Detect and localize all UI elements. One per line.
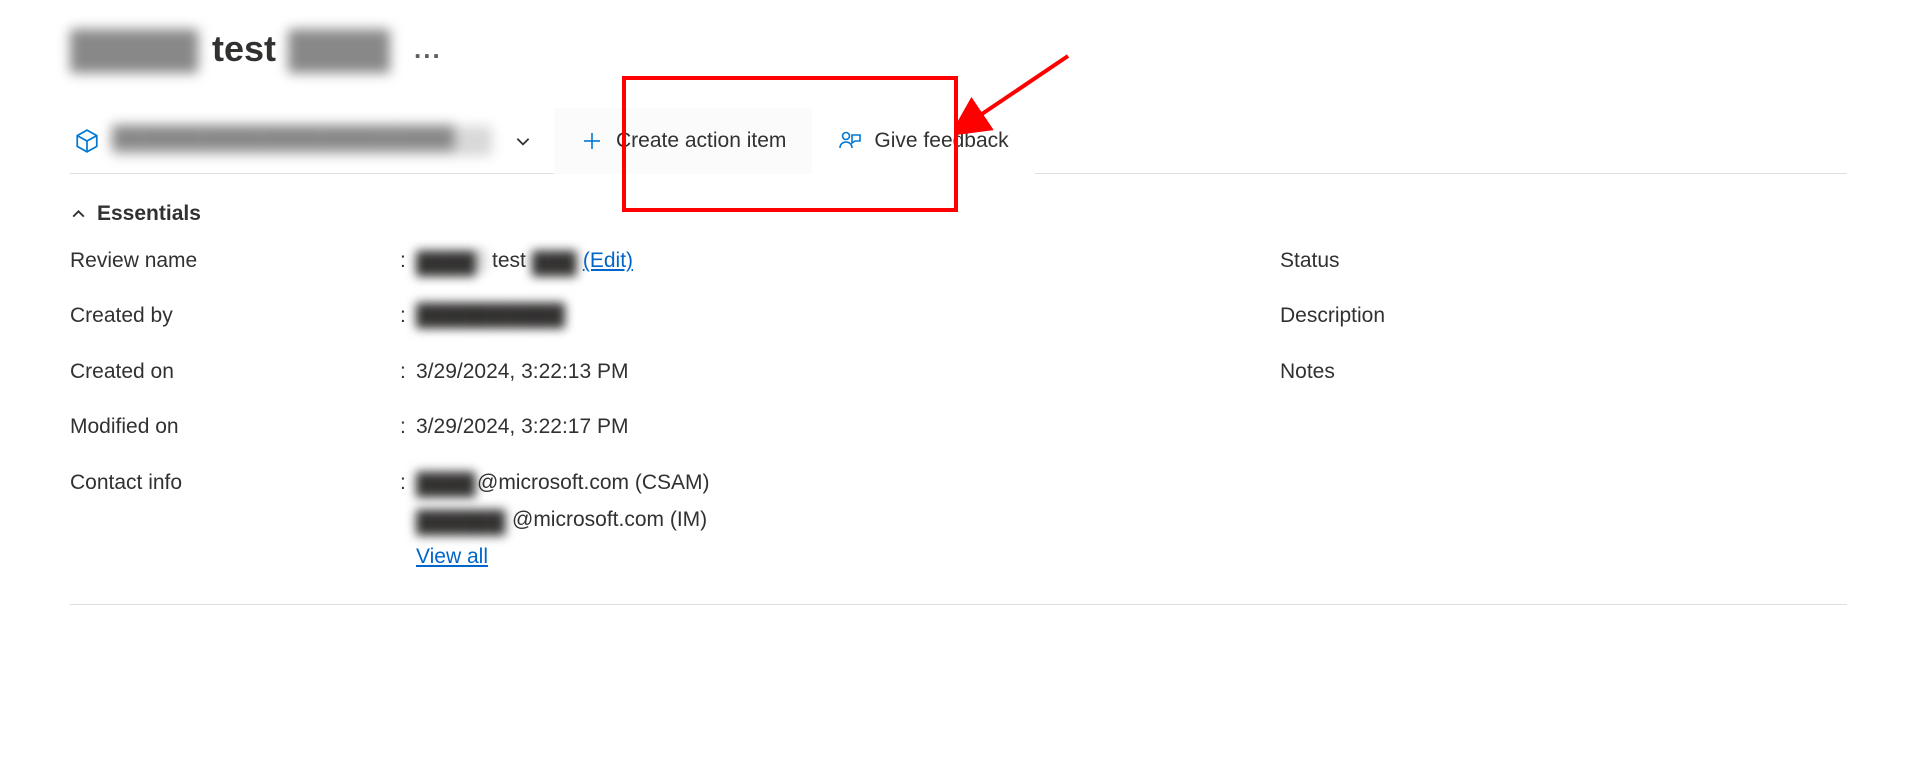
value-created-by: ██████████ [416, 301, 566, 325]
workload-dropdown[interactable]: ███████████████████████ [70, 108, 554, 173]
chevron-up-icon [70, 206, 87, 223]
row-contact-info: Contact info : ████ @microsoft.com (CSAM… [70, 468, 1220, 572]
review-name-redacted-suffix: ███ [532, 249, 577, 273]
essentials-col-right: Status Description Notes [1280, 246, 1847, 598]
edit-review-name-link[interactable]: (Edit) [583, 246, 633, 275]
essentials-divider [70, 604, 1847, 605]
review-name-redacted-prefix: ████ [416, 249, 486, 273]
page-title: █████ test ████ [70, 28, 378, 70]
row-notes: Notes [1280, 357, 1847, 386]
page-header: █████ test ████ ... [70, 28, 1847, 70]
chevron-down-icon [514, 132, 532, 150]
value-contact-info: ████ @microsoft.com (CSAM) ██████ @micro… [416, 468, 710, 572]
create-action-item-button[interactable]: Create action item [554, 108, 812, 174]
label-contact-info: Contact info [70, 468, 400, 497]
more-menu-button[interactable]: ... [406, 30, 450, 69]
command-bar: ███████████████████████ Create action it… [70, 108, 1847, 174]
row-created-on: Created on : 3/29/2024, 3:22:13 PM [70, 357, 1220, 386]
label-status: Status [1280, 246, 1610, 275]
essentials-grid: Review name : ████ test ███ (Edit) Creat… [70, 246, 1847, 598]
row-description: Description [1280, 301, 1847, 330]
value-review-name: ████ test ███ (Edit) [416, 246, 633, 275]
contact-view-all-link[interactable]: View all [416, 542, 710, 571]
title-redacted-prefix: █████ [70, 29, 200, 69]
row-status: Status [1280, 246, 1847, 275]
label-modified-on: Modified on [70, 412, 400, 441]
title-text: test [212, 28, 276, 70]
essentials-col-left: Review name : ████ test ███ (Edit) Creat… [70, 246, 1220, 598]
give-feedback-button[interactable]: Give feedback [812, 108, 1034, 174]
essentials-section: Essentials Review name : ████ test ███ (… [70, 202, 1847, 605]
plus-icon [580, 129, 604, 153]
essentials-header-label: Essentials [97, 202, 201, 226]
create-action-item-label: Create action item [616, 129, 786, 153]
label-notes: Notes [1280, 357, 1610, 386]
value-created-on: 3/29/2024, 3:22:13 PM [416, 357, 629, 386]
row-review-name: Review name : ████ test ███ (Edit) [70, 246, 1220, 275]
feedback-icon [838, 129, 862, 153]
title-redacted-suffix: ████ [288, 29, 378, 69]
essentials-toggle[interactable]: Essentials [70, 202, 201, 226]
dropdown-selected-text: ███████████████████████ [112, 126, 502, 156]
give-feedback-label: Give feedback [874, 129, 1008, 153]
value-modified-on: 3/29/2024, 3:22:17 PM [416, 412, 629, 441]
row-modified-on: Modified on : 3/29/2024, 3:22:17 PM [70, 412, 1220, 441]
label-description: Description [1280, 301, 1610, 330]
row-created-by: Created by : ██████████ [70, 301, 1220, 330]
label-created-by: Created by [70, 301, 400, 330]
label-review-name: Review name [70, 246, 400, 275]
package-icon [74, 128, 100, 154]
label-created-on: Created on [70, 357, 400, 386]
